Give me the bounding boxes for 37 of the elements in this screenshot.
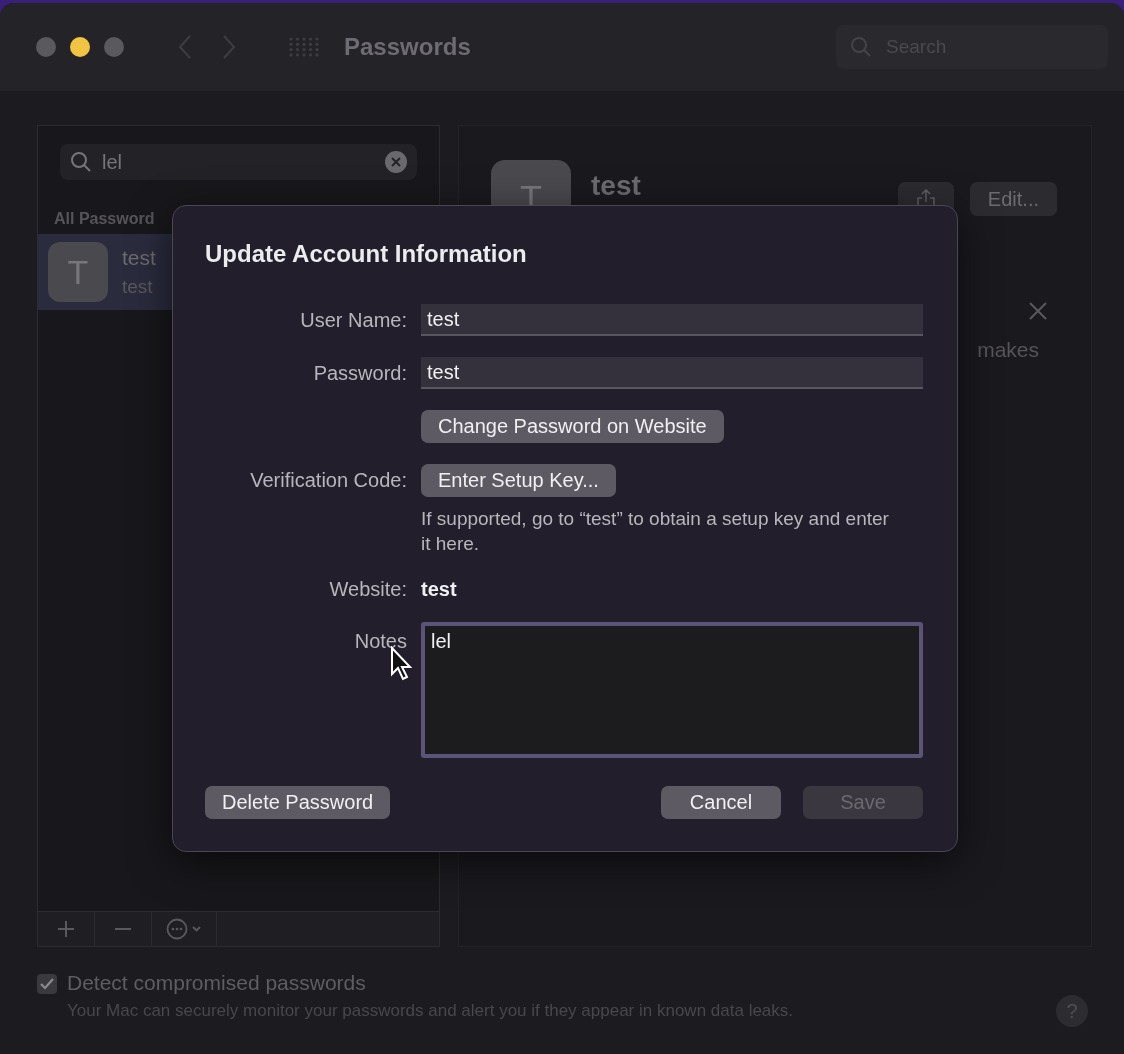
dialog-button[interactable]: Cancel xyxy=(661,786,781,819)
clear-icon[interactable] xyxy=(385,151,407,173)
close-icon[interactable] xyxy=(1029,302,1047,320)
window-title: Passwords xyxy=(344,33,471,61)
back-icon[interactable] xyxy=(178,34,192,60)
dialog-title: Update Account Information xyxy=(205,240,528,268)
remove-icon[interactable] xyxy=(114,927,132,931)
grid-icon[interactable] xyxy=(288,36,320,58)
checkbox[interactable] xyxy=(37,974,57,994)
zoom-window-icon[interactable] xyxy=(104,37,124,57)
section-header: All Password xyxy=(54,210,156,228)
hint-text: If supported, go to “test” to obtain a setup key and enter it here. xyxy=(421,507,890,556)
input-field[interactable]: test xyxy=(421,304,923,336)
search-icon xyxy=(70,151,92,173)
action-button[interactable]: Enter Setup Key... xyxy=(421,464,616,497)
search-field[interactable]: lel xyxy=(60,144,417,180)
forward-icon[interactable] xyxy=(222,34,236,60)
more-icon[interactable] xyxy=(166,918,202,940)
notes-field[interactable]: lel xyxy=(421,622,923,758)
notice-text: makes xyxy=(977,338,1039,362)
field-label: Website: xyxy=(328,578,407,601)
field-label: Verification Code: xyxy=(249,469,407,492)
minimize-window-icon[interactable] xyxy=(70,37,90,57)
input-field[interactable]: test xyxy=(421,357,923,389)
website-value: test xyxy=(421,578,458,601)
action-button[interactable]: Change Password on Website xyxy=(421,410,724,443)
pointer-icon xyxy=(390,646,414,682)
field-label: Password: xyxy=(312,361,407,385)
field-label: User Name: xyxy=(299,308,407,332)
add-icon[interactable] xyxy=(57,920,75,938)
account-title: test xyxy=(591,170,641,202)
close-window-icon[interactable] xyxy=(36,37,56,57)
search-icon xyxy=(850,36,872,58)
item-title: test xyxy=(122,246,156,270)
checkbox-label: Detect compromised passwords xyxy=(67,971,367,995)
field-label: Notes xyxy=(353,630,407,653)
dialog-button[interactable]: Delete Password xyxy=(205,786,391,819)
